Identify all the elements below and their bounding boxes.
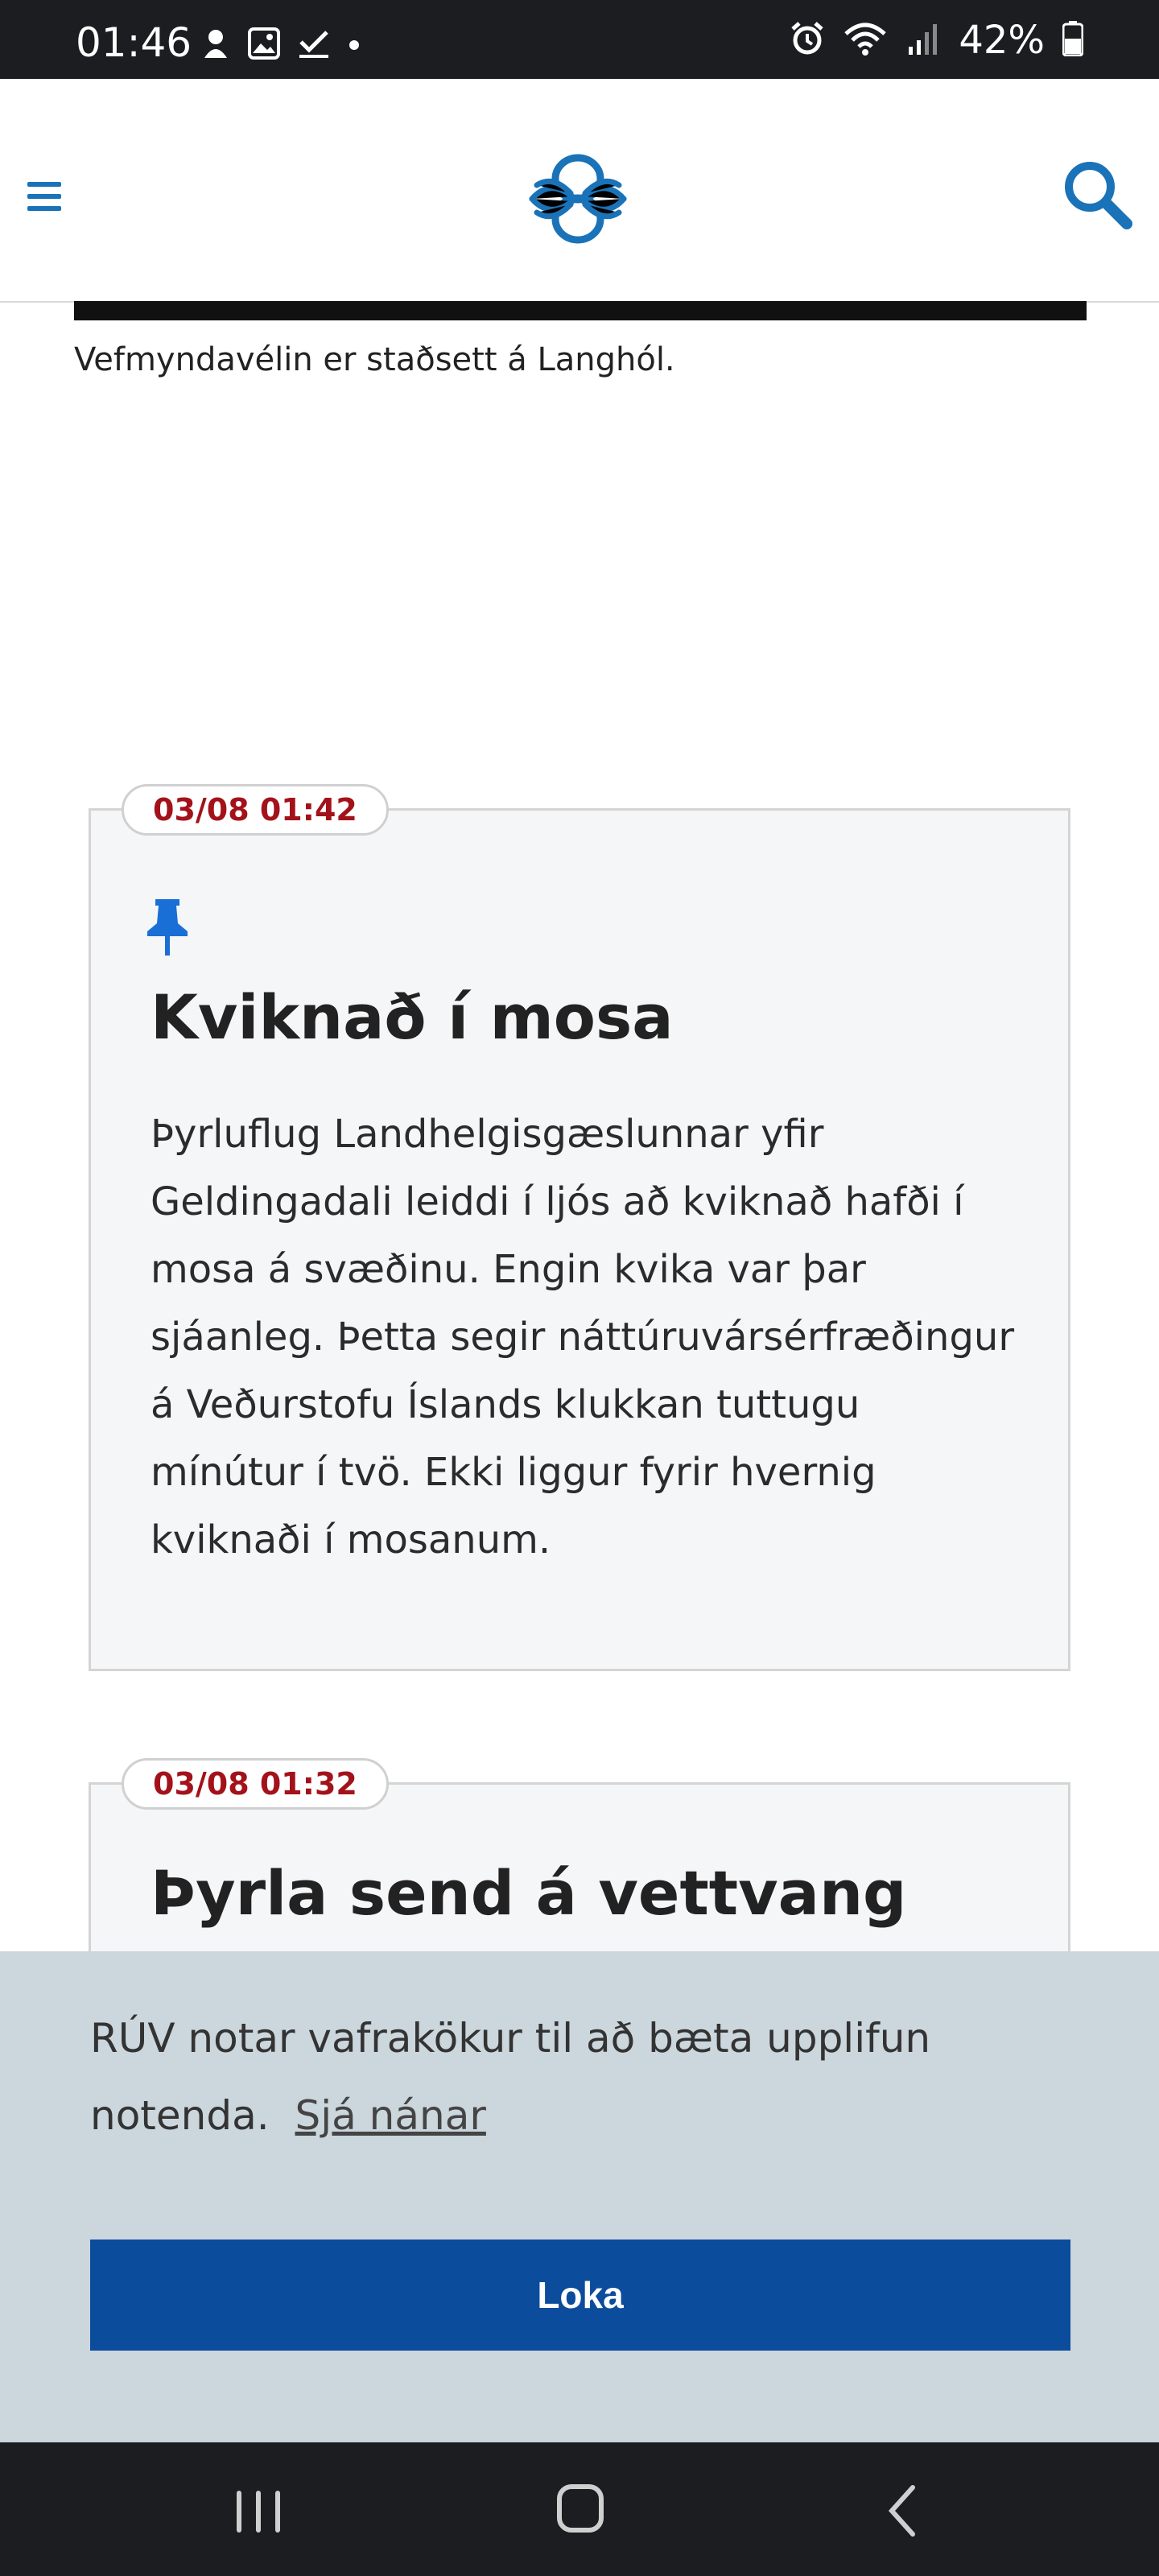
signal-icon — [905, 21, 941, 60]
pin-icon — [146, 899, 189, 957]
cookie-message: RÚV notar vafrakökur til að bæta upplifu… — [90, 2000, 1056, 2154]
home-icon[interactable] — [557, 2484, 604, 2533]
check-icon — [298, 27, 330, 64]
back-icon[interactable] — [885, 2483, 918, 2539]
entry-body: Þyrluflug Landhelgisgæslunnar yfir Geldi… — [151, 1112, 1015, 1563]
entry-title[interactable]: Kviknað í mosa — [151, 981, 674, 1053]
webcam-image — [74, 301, 1087, 320]
notification-icons — [201, 27, 361, 64]
entry-timestamp: 03/08 01:42 — [122, 784, 389, 836]
navigation-bar — [0, 2442, 1159, 2576]
cookie-text: RÚV notar vafrakökur til að bæta upplifu… — [90, 2015, 931, 2139]
live-entry: 03/08 01:42 Kviknað í mosa Þyrluflug Lan… — [89, 784, 1070, 1671]
battery-icon — [1062, 20, 1084, 60]
search-icon[interactable] — [1061, 158, 1133, 230]
status-time: 01:46 — [76, 19, 192, 66]
status-bar: 01:46 42% — [0, 0, 1159, 79]
dot-icon — [348, 27, 361, 64]
recent-apps-icon[interactable] — [237, 2491, 282, 2533]
notification-icon — [201, 27, 230, 64]
wifi-icon — [843, 21, 888, 60]
hamburger-menu-icon[interactable] — [27, 182, 61, 211]
site-header — [0, 79, 1159, 303]
cookie-banner: RÚV notar vafrakökur til að bæta upplifu… — [0, 1951, 1159, 2442]
ruv-logo[interactable] — [526, 147, 630, 251]
entry-timestamp: 03/08 01:32 — [122, 1758, 389, 1810]
system-icons: 42% — [790, 18, 1084, 63]
cookie-more-link[interactable]: Sjá nánar — [295, 2092, 486, 2139]
image-caption: Vefmyndavélin er staðsett á Langhól. — [74, 341, 675, 378]
alarm-icon — [790, 21, 825, 60]
battery-percent: 42% — [959, 18, 1045, 63]
entry-title[interactable]: Þyrla send á vettvang — [151, 1857, 906, 1929]
close-cookie-button[interactable]: Loka — [90, 2240, 1070, 2351]
gallery-icon — [248, 27, 280, 64]
